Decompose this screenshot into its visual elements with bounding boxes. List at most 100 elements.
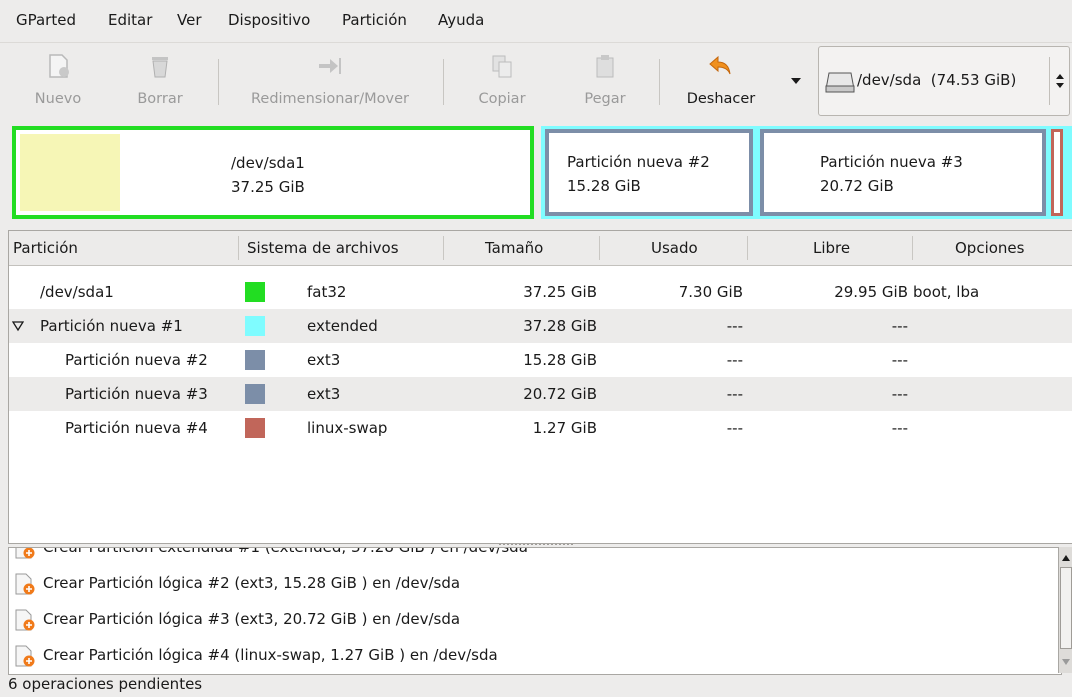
scroll-down-arrow-icon[interactable] <box>1061 657 1071 667</box>
pane-resize-handle[interactable] <box>498 543 574 546</box>
paste-button[interactable]: Pegar <box>570 43 640 123</box>
cell-partition: Partición nueva #2 <box>65 351 208 369</box>
list-header: Partición Sistema de archivos Tamaño Usa… <box>9 231 1072 266</box>
copy-button[interactable]: Copiar <box>466 43 538 123</box>
map-partition-sda1[interactable]: /dev/sda1 37.25 GiB <box>12 126 534 219</box>
copy-icon <box>492 55 512 78</box>
list-item[interactable]: Crear Partición lógica #4 (linux-swap, 1… <box>9 637 1061 673</box>
cell-filesystem: linux-swap <box>307 419 388 437</box>
cell-used: --- <box>726 419 743 437</box>
cell-size: 37.28 GiB <box>523 317 597 335</box>
paste-label: Pegar <box>584 91 626 107</box>
filesystem-color-swatch <box>245 384 265 404</box>
header-separator <box>443 236 444 260</box>
filesystem-color-swatch <box>245 316 265 336</box>
cell-free: 29.95 GiB <box>834 283 908 301</box>
toolbar-separator <box>659 59 660 105</box>
device-selector-value: /dev/sda (74.53 GiB) <box>857 71 1017 89</box>
header-separator <box>238 236 239 260</box>
header-separator <box>599 236 600 260</box>
header-separator <box>747 236 748 260</box>
hard-disk-icon <box>825 72 855 93</box>
cell-used: 7.30 GiB <box>678 283 743 301</box>
new-partition-icon <box>49 54 69 78</box>
map-partition-size: 15.28 GiB <box>567 177 641 195</box>
cell-filesystem: fat32 <box>307 283 347 301</box>
resize-move-button[interactable]: Redimensionar/Mover <box>232 43 428 123</box>
cell-free: --- <box>891 419 908 437</box>
new-button[interactable]: Nuevo <box>20 43 96 123</box>
device-selector[interactable]: /dev/sda (74.53 GiB) <box>818 46 1070 116</box>
list-item[interactable]: Crear Partición lógica #2 (ext3, 15.28 G… <box>9 565 1061 601</box>
copy-label: Copiar <box>478 91 526 107</box>
column-header-size[interactable]: Tamaño <box>485 239 543 257</box>
menu-dispositivo[interactable]: Dispositivo <box>228 11 310 29</box>
new-partition-operation-icon <box>15 573 35 595</box>
cell-size: 15.28 GiB <box>523 351 597 369</box>
column-header-free[interactable]: Libre <box>813 239 850 257</box>
cell-used: --- <box>726 351 743 369</box>
menu-editar[interactable]: Editar <box>108 11 152 29</box>
new-partition-operation-icon <box>15 645 35 667</box>
cell-partition: Partición nueva #4 <box>65 419 208 437</box>
scrollbar-thumb[interactable] <box>1060 567 1072 649</box>
paste-icon <box>596 55 614 78</box>
menu-ayuda[interactable]: Ayuda <box>438 11 484 29</box>
cell-free: --- <box>891 317 908 335</box>
resize-arrow-icon <box>319 58 341 74</box>
table-row[interactable]: Partición nueva #2 ext3 15.28 GiB --- --… <box>9 343 1072 377</box>
list-item[interactable]: Crear Partición lógica #3 (ext3, 20.72 G… <box>9 601 1061 637</box>
new-partition-operation-icon <box>15 609 35 631</box>
header-separator <box>912 236 913 260</box>
column-header-filesystem[interactable]: Sistema de archivos <box>247 239 399 257</box>
undo-arrow-icon <box>709 55 731 75</box>
map-partition-nueva-3[interactable]: Partición nueva #3 20.72 GiB <box>760 129 1046 216</box>
cell-free: --- <box>891 385 908 403</box>
spinner-arrows-icon <box>1056 74 1064 88</box>
operation-text: Crear Partición lógica #2 (ext3, 15.28 G… <box>43 574 461 592</box>
delete-label: Borrar <box>137 91 183 107</box>
cell-free: --- <box>891 351 908 369</box>
map-partition-name: Partición nueva #2 <box>567 153 710 171</box>
column-header-flags[interactable]: Opciones <box>955 239 1024 257</box>
list-item[interactable]: Crear Partición extendida #1 (extended, … <box>9 548 1061 565</box>
menubar: GParted Editar Ver Dispositivo Partición… <box>0 0 1072 42</box>
operations-scrollbar[interactable] <box>1058 547 1072 673</box>
device-selector-divider <box>1049 57 1050 105</box>
used-space-bar <box>20 134 120 211</box>
table-row[interactable]: /dev/sda1 fat32 37.25 GiB 7.30 GiB 29.95… <box>9 275 1072 309</box>
column-header-used[interactable]: Usado <box>651 239 698 257</box>
expander-triangle-icon[interactable] <box>12 320 24 332</box>
undo-button[interactable]: Deshacer <box>672 43 770 123</box>
delete-button[interactable]: Borrar <box>124 43 196 123</box>
menu-ver[interactable]: Ver <box>177 11 202 29</box>
undo-dropdown-arrow-icon[interactable] <box>789 76 803 86</box>
filesystem-color-swatch <box>245 418 265 438</box>
scroll-up-arrow-icon[interactable] <box>1061 553 1071 563</box>
cell-size: 20.72 GiB <box>523 385 597 403</box>
map-partition-nueva-4[interactable] <box>1051 129 1063 216</box>
column-header-partition[interactable]: Partición <box>13 239 78 257</box>
menu-gparted[interactable]: GParted <box>16 11 76 29</box>
cell-used: --- <box>726 385 743 403</box>
cell-filesystem: ext3 <box>307 385 341 403</box>
map-partition-nueva-2[interactable]: Partición nueva #2 15.28 GiB <box>545 129 753 216</box>
trash-icon <box>152 57 168 78</box>
toolbar-separator <box>218 59 219 105</box>
menu-particion[interactable]: Partición <box>342 11 407 29</box>
operation-text: Crear Partición lógica #4 (linux-swap, 1… <box>43 646 498 664</box>
resize-label: Redimensionar/Mover <box>250 91 410 107</box>
map-partition-size: 37.25 GiB <box>231 178 305 196</box>
cell-filesystem: extended <box>307 317 378 335</box>
toolbar-separator <box>443 59 444 105</box>
operations-list: Crear Partición extendida #1 (extended, … <box>8 547 1062 675</box>
table-row[interactable]: Partición nueva #4 linux-swap 1.27 GiB -… <box>9 411 1072 445</box>
operation-text: Crear Partición lógica #3 (ext3, 20.72 G… <box>43 610 461 628</box>
partition-map: /dev/sda1 37.25 GiB Partición nueva #2 1… <box>12 126 1072 225</box>
map-extended-partition[interactable]: Partición nueva #2 15.28 GiB Partición n… <box>541 126 1072 219</box>
map-partition-name: Partición nueva #3 <box>820 153 963 171</box>
undo-label: Deshacer <box>686 91 756 107</box>
table-row[interactable]: Partición nueva #3 ext3 20.72 GiB --- --… <box>9 377 1072 411</box>
partition-list: Partición Sistema de archivos Tamaño Usa… <box>8 230 1072 544</box>
table-row[interactable]: Partición nueva #1 extended 37.28 GiB --… <box>9 309 1072 343</box>
